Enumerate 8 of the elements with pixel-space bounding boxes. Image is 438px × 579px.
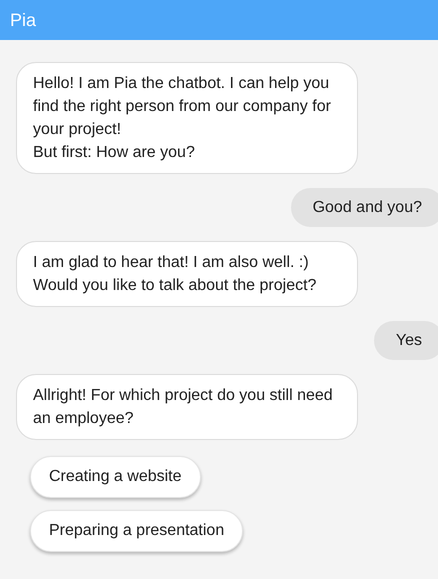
quick-reply-button[interactable]: Preparing a presentation <box>30 510 244 552</box>
user-message-bubble: Yes <box>374 321 438 360</box>
bot-message-bubble: Allright! For which project do you still need an employee? <box>16 374 358 440</box>
bot-message-bubble: I am glad to hear that! I am also well. :) Would you like to talk about the project? <box>16 241 358 307</box>
user-message-bubble: Good and you? <box>290 188 438 227</box>
bot-message-bubble: Hello! I am Pia the chatbot. I can help you find the right person from our company for your project! But first: How are you? <box>16 62 358 174</box>
quick-reply-button[interactable]: Creating a website <box>30 456 201 498</box>
chatbot-title: Pia <box>10 10 36 30</box>
